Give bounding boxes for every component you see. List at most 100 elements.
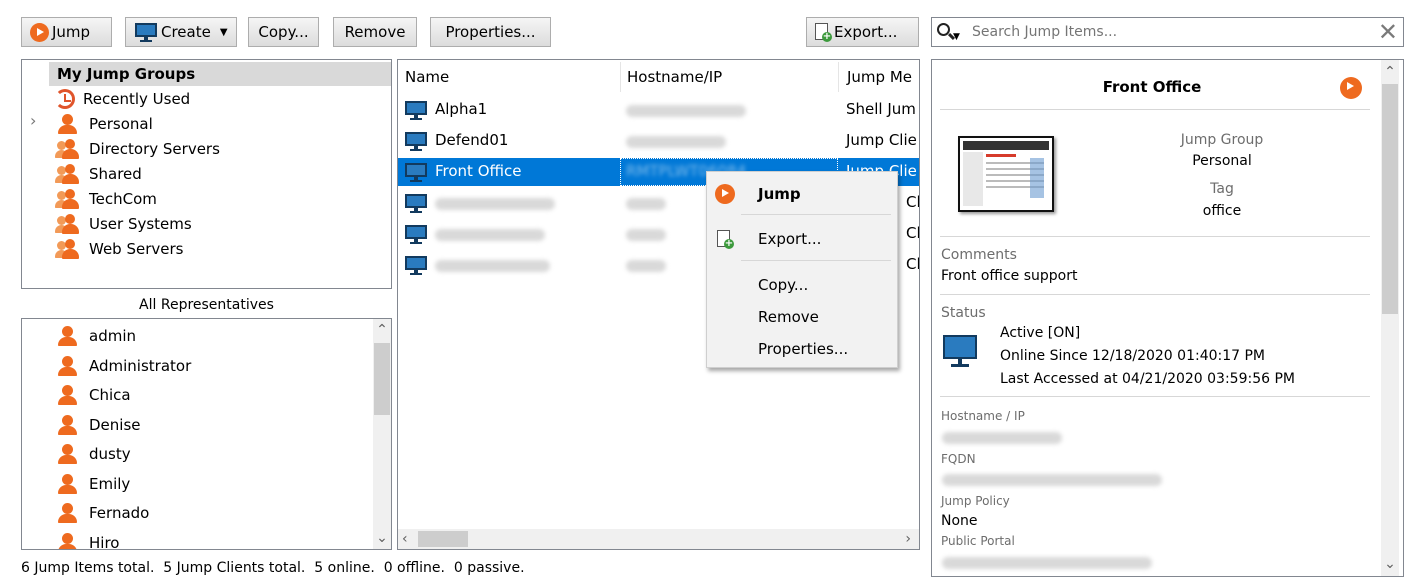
group-item[interactable]: Personal bbox=[55, 112, 153, 136]
monitor-icon bbox=[404, 132, 428, 151]
details-scrollbar[interactable]: ⌃ ⌄ bbox=[1381, 60, 1399, 576]
sort-ascending-icon: ⌃ bbox=[501, 59, 512, 69]
scroll-right-icon[interactable]: › bbox=[905, 529, 911, 549]
group-item[interactable]: Shared bbox=[55, 162, 142, 186]
person-icon bbox=[55, 414, 81, 436]
menu-item-copy[interactable]: Copy... bbox=[707, 271, 897, 299]
jump-groups-panel: My Jump Groups Recently Used Personal Dire… bbox=[21, 59, 392, 289]
representative-name: Hiro bbox=[89, 533, 120, 550]
comments-value: Front office support bbox=[941, 268, 1078, 284]
jump-policy-label: Jump Policy bbox=[941, 494, 1010, 508]
representative-name: dusty bbox=[89, 445, 131, 463]
scroll-up-icon[interactable]: ⌃ bbox=[1381, 63, 1399, 81]
representatives-header: All Representatives bbox=[139, 297, 274, 313]
representatives-scrollbar[interactable]: ⌃ ⌄ bbox=[373, 319, 391, 549]
chevron-down-icon: ▼ bbox=[219, 26, 228, 38]
group-item[interactable]: Web Servers bbox=[55, 237, 183, 261]
menu-item-remove[interactable]: Remove bbox=[707, 303, 897, 331]
monitor-icon bbox=[404, 163, 428, 182]
representative-name: Fernado bbox=[89, 504, 150, 522]
group-item-label: Directory Servers bbox=[89, 140, 220, 158]
table-row[interactable]: Alpha1 Shell Jum bbox=[398, 96, 919, 124]
tag-value: office bbox=[1202, 203, 1242, 219]
jump-icon bbox=[30, 22, 49, 42]
group-icon bbox=[55, 188, 81, 210]
group-item-label: TechCom bbox=[89, 190, 157, 208]
menu-item-properties[interactable]: Properties... bbox=[707, 335, 897, 363]
clear-search-icon[interactable]: ✕ bbox=[1378, 18, 1398, 46]
row-name: Defend01 bbox=[435, 131, 509, 149]
horizontal-scroll-thumb[interactable] bbox=[418, 531, 468, 547]
table-horizontal-scrollbar[interactable]: ‹ › bbox=[398, 529, 919, 549]
person-icon bbox=[55, 355, 81, 377]
representative-item[interactable]: Chica bbox=[55, 382, 131, 408]
group-item[interactable]: Recently Used bbox=[55, 87, 190, 111]
row-name: Alpha1 bbox=[435, 100, 488, 118]
representative-item[interactable]: Denise bbox=[55, 412, 141, 438]
person-icon bbox=[55, 473, 81, 495]
comments-label: Comments bbox=[941, 247, 1017, 263]
representative-name: Chica bbox=[89, 386, 131, 404]
menu-item-export[interactable]: + Export... bbox=[707, 225, 897, 253]
groups-header[interactable]: My Jump Groups bbox=[49, 62, 391, 86]
status-label: Status bbox=[941, 305, 986, 321]
properties-button[interactable]: Properties... bbox=[430, 17, 551, 47]
status-last-accessed: Last Accessed at 04/21/2020 03:59:56 PM bbox=[1000, 371, 1295, 387]
representative-item[interactable]: Fernado bbox=[55, 500, 149, 526]
scroll-thumb[interactable] bbox=[374, 343, 390, 415]
representative-name: Denise bbox=[89, 415, 141, 434]
group-item-label: Personal bbox=[89, 115, 153, 133]
monitor-icon bbox=[942, 335, 978, 371]
copy-button[interactable]: Copy... bbox=[248, 17, 319, 47]
group-item-label: Recently Used bbox=[83, 90, 191, 108]
jump-button[interactable]: Jump bbox=[21, 17, 112, 47]
scroll-down-icon[interactable]: ⌄ bbox=[373, 529, 391, 547]
search-icon[interactable]: ▼ bbox=[936, 22, 962, 42]
representative-item[interactable]: dusty bbox=[55, 441, 131, 467]
scroll-up-icon[interactable]: ⌃ bbox=[373, 321, 391, 339]
row-jump-method: Jump Clie bbox=[846, 131, 917, 149]
representative-item[interactable]: Emily bbox=[55, 471, 130, 497]
hostname-label: Hostname / IP bbox=[941, 409, 1025, 423]
person-icon bbox=[55, 532, 81, 549]
group-icon bbox=[55, 138, 81, 160]
search-input[interactable] bbox=[972, 22, 1362, 42]
fqdn-label: FQDN bbox=[941, 452, 976, 466]
column-header-name[interactable]: Name ⌃ bbox=[398, 59, 620, 92]
monitor-icon bbox=[134, 22, 158, 42]
representative-item[interactable]: Hiro bbox=[55, 530, 120, 550]
group-item[interactable]: User Systems bbox=[55, 212, 192, 236]
column-header-method[interactable]: Jump Me bbox=[838, 62, 919, 92]
representative-item[interactable]: Administrator bbox=[55, 353, 191, 379]
group-item[interactable]: TechCom bbox=[55, 187, 157, 211]
representatives-panel: admin Administrator Chica Denise dusty Emily F… bbox=[21, 318, 392, 550]
person-icon bbox=[55, 443, 81, 465]
jump-group-value: Personal bbox=[1192, 153, 1252, 169]
scroll-down-icon[interactable]: ⌄ bbox=[1381, 555, 1399, 573]
group-icon bbox=[55, 163, 81, 185]
table-row[interactable]: Defend01 Jump Clie bbox=[398, 127, 919, 155]
row-jump-method: Shell Jum bbox=[846, 100, 916, 118]
scroll-left-icon[interactable]: ‹ bbox=[402, 529, 408, 549]
representative-name: admin bbox=[89, 327, 136, 345]
details-title: Front Office bbox=[1102, 78, 1202, 96]
person-icon bbox=[55, 113, 81, 135]
group-item[interactable]: Directory Servers bbox=[55, 137, 220, 161]
expand-chevron-icon[interactable]: › bbox=[30, 111, 36, 130]
status-active: Active [ON] bbox=[1000, 325, 1081, 341]
representative-name: Emily bbox=[89, 474, 131, 493]
column-header-hostname[interactable]: Hostname/IP bbox=[620, 62, 838, 92]
menu-item-jump[interactable]: Jump bbox=[707, 180, 897, 208]
export-icon: + bbox=[717, 229, 734, 249]
representative-item[interactable]: admin bbox=[55, 323, 136, 349]
create-button[interactable]: Create ▼ bbox=[125, 17, 237, 47]
jump-icon[interactable] bbox=[1340, 77, 1362, 99]
export-button[interactable]: + Export... bbox=[806, 17, 919, 47]
clock-icon bbox=[55, 89, 75, 109]
row-name: Front Office bbox=[435, 162, 522, 180]
jump-icon bbox=[715, 184, 735, 204]
remove-button[interactable]: Remove bbox=[333, 17, 417, 47]
status-online-since: Online Since 12/18/2020 01:40:17 PM bbox=[1000, 348, 1266, 364]
group-item-label: Web Servers bbox=[89, 240, 184, 258]
details-scroll-thumb[interactable] bbox=[1382, 84, 1398, 314]
